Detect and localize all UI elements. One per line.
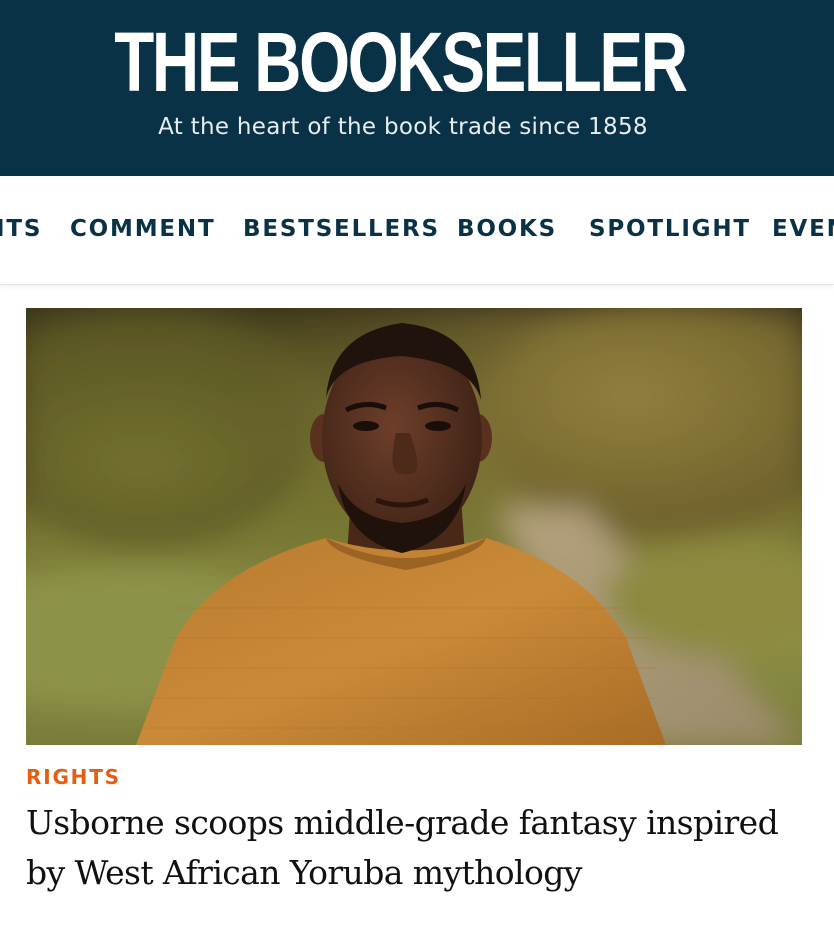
nav-item-comment[interactable]: COMMENT <box>70 216 215 242</box>
site-tagline: At the heart of the book trade since 185… <box>158 114 648 140</box>
main-navigation: ITS COMMENT BESTSELLERS BOOKS SPOTLIGHT … <box>0 176 834 285</box>
nav-item-spotlight[interactable]: SPOTLIGHT <box>589 216 751 242</box>
portrait-photo <box>26 308 802 745</box>
article-hero-image[interactable] <box>26 308 802 745</box>
masthead: THE BOOKSELLER At the heart of the book … <box>0 0 834 176</box>
nav-item-bestsellers[interactable]: BESTSELLERS <box>243 216 440 242</box>
nav-item-partial-left[interactable]: ITS <box>0 216 42 242</box>
nav-item-events[interactable]: EVEN <box>772 216 834 242</box>
site-logo[interactable]: THE BOOKSELLER <box>88 14 712 110</box>
article-headline[interactable]: Usborne scoops middle-grade fantasy insp… <box>26 798 816 898</box>
nav-item-books[interactable]: BOOKS <box>457 216 557 242</box>
article-category[interactable]: RIGHTS <box>26 765 121 789</box>
